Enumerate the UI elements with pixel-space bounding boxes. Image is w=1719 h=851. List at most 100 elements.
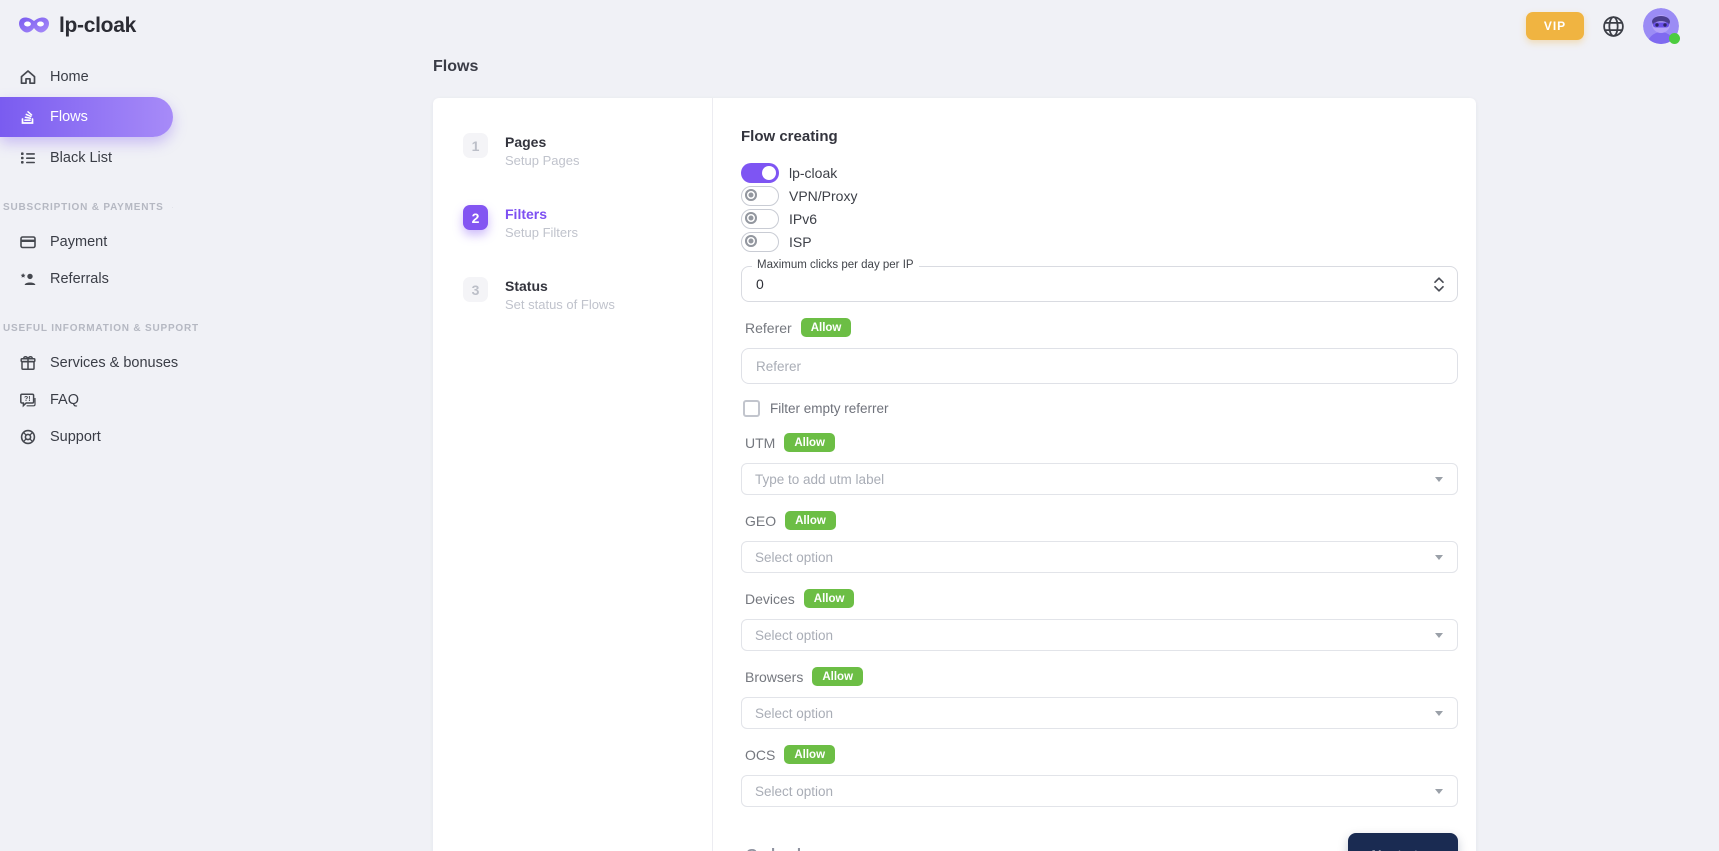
gift-icon xyxy=(18,353,37,372)
lp-cloak-toggle[interactable] xyxy=(741,163,779,183)
browsers-placeholder: Select option xyxy=(755,706,833,721)
step-filters[interactable]: 2 Filters Setup Filters xyxy=(463,205,712,240)
filter-empty-referrer-label: Filter empty referrer xyxy=(770,401,889,416)
sidebar-item-services-bonuses[interactable]: Services & bonuses xyxy=(0,344,200,381)
vpn-proxy-toggle[interactable] xyxy=(741,186,779,206)
utm-placeholder: Type to add utm label xyxy=(755,472,884,487)
sidebar-item-label: Support xyxy=(50,429,101,445)
step-number-badge: 1 xyxy=(463,133,488,158)
main-content: Flows 1 Pages Setup Pages 2 Filters Setu… xyxy=(433,58,1476,851)
toggle-row-ipv6: IPv6 xyxy=(741,207,1458,230)
section-subscription-payments: SUBSCRIPTION & PAYMENTS xyxy=(3,202,200,213)
devices-allow-badge[interactable]: Allow xyxy=(804,589,855,608)
utm-select[interactable]: Type to add utm label xyxy=(741,463,1458,495)
toggle-label: IPv6 xyxy=(789,211,817,227)
ocs-label-row: OCS Allow xyxy=(745,745,1458,764)
geo-label-row: GEO Allow xyxy=(745,511,1458,530)
app-title: lp-cloak xyxy=(59,14,136,38)
lifebuoy-icon xyxy=(18,427,37,446)
page-title: Flows xyxy=(433,58,1476,76)
geo-label: GEO xyxy=(745,513,776,529)
sidebar-item-faq[interactable]: ?! FAQ xyxy=(0,381,200,418)
credit-card-icon xyxy=(18,232,37,251)
sidebar-item-support[interactable]: Support xyxy=(0,418,200,455)
step-title: Pages xyxy=(505,134,579,150)
sidebar-item-referrals[interactable]: Referrals xyxy=(0,260,200,297)
devices-label-row: Devices Allow xyxy=(745,589,1458,608)
chevron-down-icon xyxy=(1435,555,1443,560)
step-pages[interactable]: 1 Pages Setup Pages xyxy=(463,133,712,168)
list-icon xyxy=(18,148,37,167)
isp-toggle[interactable] xyxy=(741,232,779,252)
toggle-label: lp-cloak xyxy=(789,165,837,181)
toggle-label: ISP xyxy=(789,234,812,250)
geo-select[interactable]: Select option xyxy=(741,541,1458,573)
mask-logo-icon xyxy=(18,15,50,37)
chevron-down-icon xyxy=(1435,789,1443,794)
step-status[interactable]: 3 Status Set status of Flows xyxy=(463,277,712,312)
browsers-allow-badge[interactable]: Allow xyxy=(812,667,863,686)
ocs-select[interactable]: Select option xyxy=(741,775,1458,807)
devices-label: Devices xyxy=(745,591,795,607)
ocs-allow-badge[interactable]: Allow xyxy=(784,745,835,764)
devices-select[interactable]: Select option xyxy=(741,619,1458,651)
chevron-down-icon xyxy=(1435,477,1443,482)
step-title: Filters xyxy=(505,206,578,222)
home-icon xyxy=(18,67,37,86)
referer-input[interactable] xyxy=(741,348,1458,384)
referer-label-row: Referer Allow xyxy=(745,318,1458,337)
sidebar-item-home[interactable]: Home xyxy=(0,58,200,95)
faq-bubble-icon: ?! xyxy=(18,390,37,409)
sidebar-item-payment[interactable]: Payment xyxy=(0,223,200,260)
referer-allow-badge[interactable]: Allow xyxy=(801,318,852,337)
sidebar: lp-cloak Home Flows xyxy=(0,0,200,455)
step-number-badge: 2 xyxy=(463,205,488,230)
form-footer: Go back Next step xyxy=(741,833,1458,851)
sidebar-item-label: Services & bonuses xyxy=(50,355,178,371)
devices-placeholder: Select option xyxy=(755,628,833,643)
chevron-down-icon xyxy=(1435,711,1443,716)
toggle-label: VPN/Proxy xyxy=(789,188,857,204)
sidebar-item-label: Black List xyxy=(50,150,112,166)
form-title: Flow creating xyxy=(741,128,1458,145)
globe-icon[interactable] xyxy=(1601,14,1626,39)
max-clicks-input[interactable] xyxy=(742,276,1427,292)
stepper: 1 Pages Setup Pages 2 Filters Setup Filt… xyxy=(433,98,713,851)
next-step-button[interactable]: Next step xyxy=(1348,833,1458,851)
browsers-label: Browsers xyxy=(745,669,803,685)
filter-empty-referrer-row[interactable]: Filter empty referrer xyxy=(743,400,1458,417)
flow-creating-form: Flow creating lp-cloak VPN/Proxy IPv6 IS… xyxy=(713,98,1476,851)
utm-label: UTM xyxy=(745,435,775,451)
user-avatar[interactable] xyxy=(1643,8,1679,44)
sidebar-item-label: Payment xyxy=(50,234,107,250)
ipv6-toggle[interactable] xyxy=(741,209,779,229)
sidebar-item-label: Referrals xyxy=(50,271,109,287)
vip-button[interactable]: VIP xyxy=(1526,12,1584,40)
step-subtitle: Setup Pages xyxy=(505,153,579,168)
step-subtitle: Set status of Flows xyxy=(505,297,615,312)
toggle-row-vpn-proxy: VPN/Proxy xyxy=(741,184,1458,207)
svg-text:?!: ?! xyxy=(24,396,31,403)
geo-allow-badge[interactable]: Allow xyxy=(785,511,836,530)
utm-allow-badge[interactable]: Allow xyxy=(784,433,835,452)
toggle-row-isp: ISP xyxy=(741,230,1458,253)
browsers-label-row: Browsers Allow xyxy=(745,667,1458,686)
toggle-row-lp-cloak: lp-cloak xyxy=(741,161,1458,184)
go-back-button[interactable]: Go back xyxy=(746,846,805,851)
ocs-label: OCS xyxy=(745,747,775,763)
sidebar-item-label: Home xyxy=(50,69,89,85)
browsers-select[interactable]: Select option xyxy=(741,697,1458,729)
ocs-placeholder: Select option xyxy=(755,784,833,799)
referral-user-icon xyxy=(18,269,37,288)
online-status-dot xyxy=(1669,33,1680,44)
sidebar-item-label: Flows xyxy=(50,109,88,125)
step-subtitle: Setup Filters xyxy=(505,225,578,240)
app-logo[interactable]: lp-cloak xyxy=(0,0,200,38)
sidebar-item-black-list[interactable]: Black List xyxy=(0,139,200,176)
number-stepper-arrows-icon[interactable] xyxy=(1427,276,1451,293)
geo-placeholder: Select option xyxy=(755,550,833,565)
sidebar-item-label: FAQ xyxy=(50,392,79,408)
max-clicks-field[interactable]: Maximum clicks per day per IP xyxy=(741,266,1458,302)
sidebar-item-flows[interactable]: Flows xyxy=(0,97,173,137)
checkbox-unchecked-icon[interactable] xyxy=(743,400,760,417)
